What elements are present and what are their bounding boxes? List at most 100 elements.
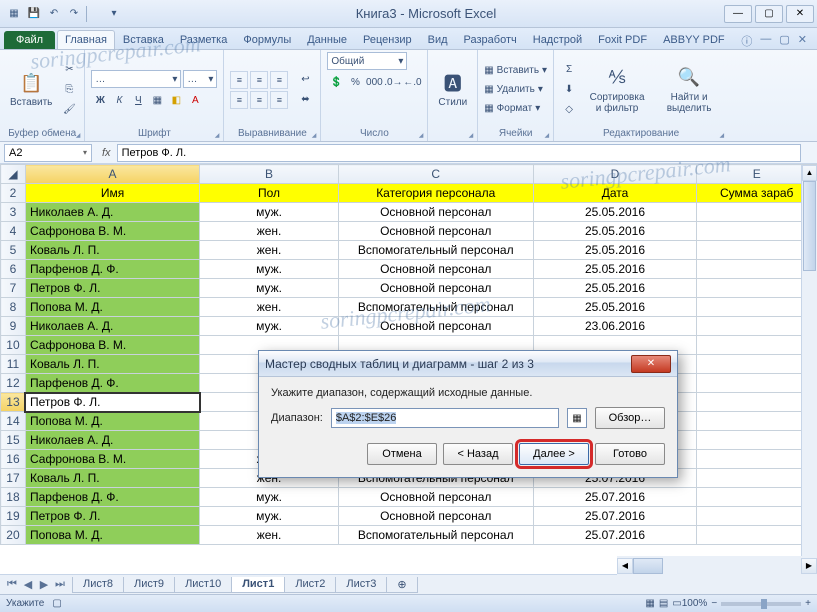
row-header[interactable]: 2 bbox=[1, 184, 26, 203]
cell[interactable] bbox=[697, 488, 817, 507]
scroll-left-icon[interactable]: ◀ bbox=[617, 558, 633, 574]
cell[interactable] bbox=[697, 374, 817, 393]
cell[interactable]: Николаев А. Д. bbox=[25, 317, 199, 336]
redo-icon[interactable]: ↷ bbox=[66, 6, 82, 22]
cell[interactable]: 25.05.2016 bbox=[533, 203, 697, 222]
row-header[interactable]: 6 bbox=[1, 260, 26, 279]
font-size-combo[interactable]: …▾ bbox=[183, 70, 217, 88]
cell[interactable] bbox=[697, 526, 817, 545]
cell[interactable] bbox=[697, 260, 817, 279]
cell[interactable]: Сафронова В. М. bbox=[25, 450, 199, 469]
next-button[interactable]: Далее > bbox=[519, 443, 589, 465]
paste-button[interactable]: 📋 Вставить bbox=[6, 69, 56, 110]
view-layout-icon[interactable]: ▤ bbox=[659, 598, 668, 609]
fill-color-icon[interactable]: ◧ bbox=[167, 91, 185, 109]
format-painter-icon[interactable]: 🖌 bbox=[60, 101, 78, 119]
ribbon-minimize-icon[interactable]: ⓘ bbox=[741, 33, 752, 49]
tab-data[interactable]: Данные bbox=[299, 30, 355, 49]
scroll-up-icon[interactable]: ▲ bbox=[802, 165, 817, 181]
cell[interactable]: 25.05.2016 bbox=[533, 241, 697, 260]
align-mid-icon[interactable]: ≡ bbox=[250, 71, 268, 89]
cell[interactable]: муж. bbox=[200, 203, 339, 222]
cell[interactable] bbox=[697, 203, 817, 222]
autosum-icon[interactable]: Σ bbox=[560, 61, 578, 79]
cell[interactable]: муж. bbox=[200, 260, 339, 279]
cell[interactable]: Пол bbox=[200, 184, 339, 203]
bold-icon[interactable]: Ж bbox=[91, 91, 109, 109]
tab-review[interactable]: Рецензир bbox=[355, 30, 420, 49]
cell[interactable] bbox=[697, 241, 817, 260]
horizontal-scrollbar[interactable]: ◀ ▶ bbox=[617, 556, 817, 576]
cancel-button[interactable]: Отмена bbox=[367, 443, 437, 465]
inc-decimal-icon[interactable]: .0→ bbox=[384, 73, 402, 91]
align-right-icon[interactable]: ≡ bbox=[270, 91, 288, 109]
cell[interactable] bbox=[697, 222, 817, 241]
cell[interactable]: Вспомогательный персонал bbox=[338, 241, 533, 260]
cells-insert-button[interactable]: ▦ Вставить ▾ bbox=[484, 62, 547, 80]
cell[interactable]: муж. bbox=[200, 507, 339, 526]
scroll-right-icon[interactable]: ▶ bbox=[801, 558, 817, 574]
qat-customize-icon[interactable]: ▾ bbox=[106, 6, 122, 22]
cell[interactable]: Попова М. Д. bbox=[25, 298, 199, 317]
select-all-corner[interactable]: ◢ bbox=[1, 165, 26, 184]
cell[interactable]: Основной персонал bbox=[338, 222, 533, 241]
row-header[interactable]: 12 bbox=[1, 374, 26, 393]
hscroll-thumb[interactable] bbox=[633, 558, 663, 574]
cell[interactable]: 25.07.2016 bbox=[533, 526, 697, 545]
sheet-last-icon[interactable]: ⏭ bbox=[52, 578, 68, 591]
align-top-icon[interactable]: ≡ bbox=[230, 71, 248, 89]
find-select-button[interactable]: 🔍 Найти и выделить bbox=[656, 64, 722, 116]
macro-record-icon[interactable]: ▢ bbox=[52, 598, 61, 609]
cell[interactable]: Коваль Л. П. bbox=[25, 355, 199, 374]
row-header[interactable]: 4 bbox=[1, 222, 26, 241]
cell[interactable]: Петров Ф. Л. bbox=[25, 279, 199, 298]
cell[interactable]: жен. bbox=[200, 241, 339, 260]
cell[interactable]: Категория персонала bbox=[338, 184, 533, 203]
vertical-scrollbar[interactable]: ▲ ▼ bbox=[801, 165, 817, 574]
cell[interactable]: Вспомогательный персонал bbox=[338, 298, 533, 317]
cell[interactable] bbox=[697, 393, 817, 412]
cell[interactable]: Коваль Л. П. bbox=[25, 469, 199, 488]
cells-format-button[interactable]: ▦ Формат ▾ bbox=[484, 100, 547, 118]
zoom-out-icon[interactable]: − bbox=[711, 598, 717, 609]
tab-file[interactable]: Файл bbox=[4, 31, 55, 49]
comma-icon[interactable]: 000 bbox=[365, 73, 383, 91]
browse-button[interactable]: Обзор… bbox=[595, 407, 665, 429]
currency-icon[interactable]: 💲 bbox=[327, 73, 345, 91]
clear-icon[interactable]: ◇ bbox=[560, 101, 578, 119]
tab-foxit[interactable]: Foxit PDF bbox=[590, 30, 655, 49]
cell[interactable] bbox=[697, 355, 817, 374]
sheet-next-icon[interactable]: ▶ bbox=[36, 578, 52, 591]
range-input[interactable]: $A$2:$E$26 bbox=[331, 408, 559, 428]
zoom-in-icon[interactable]: + bbox=[805, 598, 811, 609]
cell[interactable]: 25.05.2016 bbox=[533, 298, 697, 317]
tab-addins[interactable]: Надстрой bbox=[525, 30, 590, 49]
merge-icon[interactable]: ⬌ bbox=[296, 91, 314, 109]
align-left-icon[interactable]: ≡ bbox=[230, 91, 248, 109]
maximize-button[interactable]: ▢ bbox=[755, 5, 783, 23]
align-bot-icon[interactable]: ≡ bbox=[270, 71, 288, 89]
cell[interactable]: жен. bbox=[200, 298, 339, 317]
zoom-slider[interactable] bbox=[721, 602, 801, 606]
font-color-icon[interactable]: A bbox=[186, 91, 204, 109]
row-header[interactable]: 11 bbox=[1, 355, 26, 374]
range-picker-icon[interactable]: ▦ bbox=[567, 408, 587, 428]
doc-restore-icon[interactable]: ▢ bbox=[779, 33, 789, 49]
cell[interactable]: Парфенов Д. Ф. bbox=[25, 374, 199, 393]
view-pagebreak-icon[interactable]: ▭ bbox=[672, 598, 681, 609]
col-header-D[interactable]: D bbox=[533, 165, 697, 184]
cell[interactable] bbox=[697, 431, 817, 450]
back-button[interactable]: < Назад bbox=[443, 443, 513, 465]
tab-insert[interactable]: Вставка bbox=[115, 30, 172, 49]
cell[interactable] bbox=[697, 317, 817, 336]
new-sheet-button[interactable]: ⊕ bbox=[386, 577, 417, 593]
col-header-E[interactable]: E bbox=[697, 165, 817, 184]
cell[interactable] bbox=[697, 336, 817, 355]
cell[interactable]: Основной персонал bbox=[338, 260, 533, 279]
sort-filter-button[interactable]: ⅍ Сортировка и фильтр bbox=[582, 64, 652, 116]
cell[interactable]: Парфенов Д. Ф. bbox=[25, 488, 199, 507]
cell[interactable]: Сафронова В. М. bbox=[25, 336, 199, 355]
row-header[interactable]: 19 bbox=[1, 507, 26, 526]
cell[interactable]: Основной персонал bbox=[338, 507, 533, 526]
cell[interactable]: Имя bbox=[25, 184, 199, 203]
